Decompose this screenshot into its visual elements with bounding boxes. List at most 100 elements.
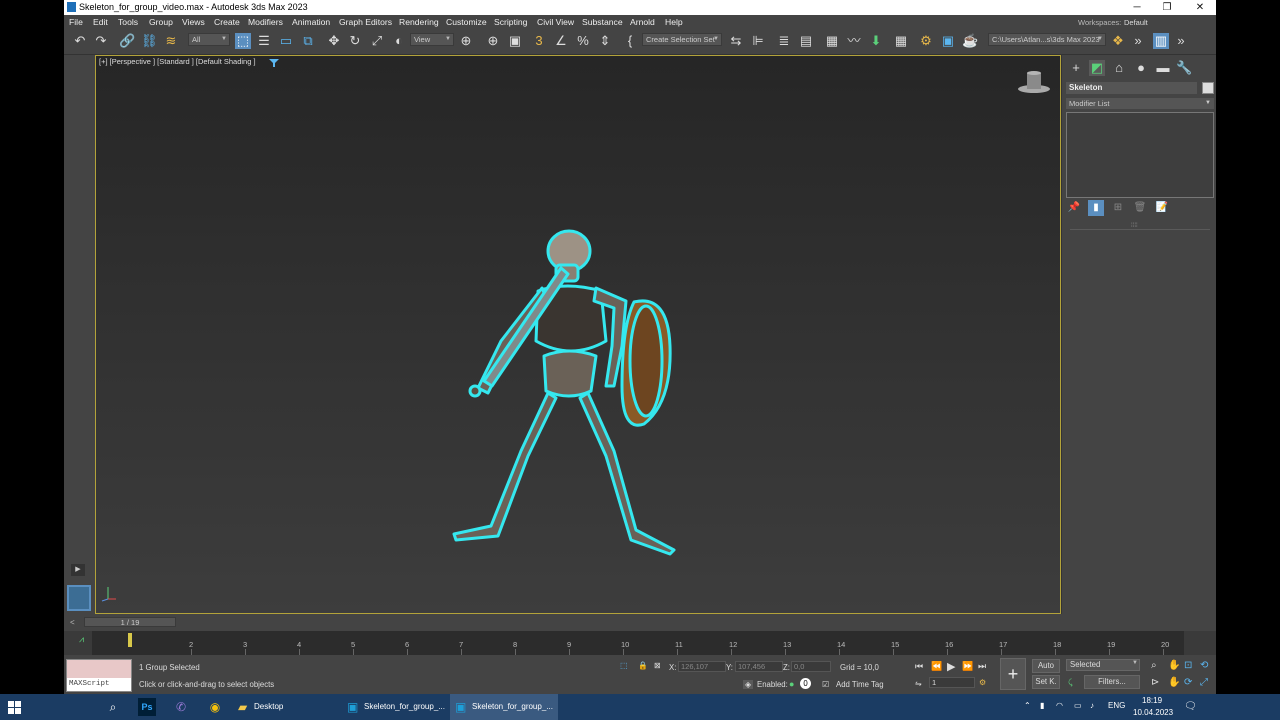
- render-setup-icon[interactable]: ⚙: [918, 33, 934, 49]
- maximize-button[interactable]: ❐: [1152, 0, 1182, 15]
- x-coordinate-field[interactable]: 126,107: [678, 661, 726, 672]
- named-selection-set-dropdown[interactable]: Create Selection Set ▼: [642, 33, 722, 46]
- taskbar-desktop[interactable]: ▰ Desktop: [232, 694, 340, 720]
- orbit-subobject-icon[interactable]: ⟳: [1184, 677, 1192, 688]
- toggle-ribbon-icon[interactable]: ▦: [824, 33, 840, 49]
- modifier-stack[interactable]: [1066, 112, 1214, 198]
- toggle-layer-explorer-icon[interactable]: ≣: [776, 33, 792, 49]
- time-slider[interactable]: 1 / 19: [84, 617, 176, 627]
- chrome-icon[interactable]: ◉: [206, 698, 224, 716]
- rectangular-region-icon[interactable]: ▭: [278, 33, 294, 49]
- menu-help[interactable]: Help: [665, 17, 683, 27]
- keyboard-shortcut-icon[interactable]: ▣: [507, 33, 523, 49]
- make-unique-icon[interactable]: ⊞: [1110, 200, 1126, 216]
- perspective-viewport[interactable]: [+] [Perspective ] [Standard ] [Default …: [95, 55, 1061, 614]
- remove-modifier-icon[interactable]: 🗑: [1132, 200, 1148, 216]
- display-tab-icon[interactable]: ▬: [1155, 60, 1171, 76]
- menu-views[interactable]: Views: [182, 17, 205, 27]
- taskbar-3dsmax-2[interactable]: ▣ Skeleton_for_group_...: [450, 694, 558, 720]
- project-folder-icon[interactable]: ❖: [1110, 33, 1126, 49]
- redo-icon[interactable]: ↷: [93, 33, 109, 49]
- bind-space-warp-icon[interactable]: ≋: [163, 33, 179, 49]
- time-configuration-icon[interactable]: ⚙: [979, 678, 986, 687]
- motion-tab-icon[interactable]: ●: [1133, 60, 1149, 76]
- more-tools-icon[interactable]: »: [1130, 33, 1146, 49]
- selection-lock-icon[interactable]: 🔒: [638, 661, 648, 670]
- z-coordinate-field[interactable]: 0,0: [791, 661, 831, 672]
- link-icon[interactable]: 🔗: [119, 33, 135, 49]
- modifier-list-dropdown[interactable]: Modifier List ▼: [1066, 98, 1214, 109]
- object-name-field[interactable]: Skeleton: [1066, 82, 1197, 94]
- viewport-layout-icon[interactable]: ▥: [1153, 33, 1169, 49]
- material-editor-icon[interactable]: ▦: [893, 33, 909, 49]
- skeleton-model[interactable]: [96, 56, 1061, 614]
- time-tag-toggle-icon[interactable]: 0: [800, 678, 811, 689]
- time-prev-button[interactable]: <: [70, 618, 75, 627]
- network-icon[interactable]: ◠: [1056, 701, 1063, 710]
- place-icon[interactable]: ◐: [391, 33, 407, 49]
- render-production-icon[interactable]: ☕: [962, 33, 978, 49]
- menu-file[interactable]: File: [69, 17, 83, 27]
- usb-icon[interactable]: ▮: [1040, 701, 1044, 710]
- clock-time[interactable]: 18:19: [1142, 696, 1162, 705]
- zoom-extents-icon[interactable]: ⊡: [1184, 660, 1192, 671]
- spinner-snap-icon[interactable]: ⇕: [597, 33, 613, 49]
- go-to-start-icon[interactable]: ⏮: [915, 661, 923, 672]
- object-color-swatch[interactable]: [1202, 82, 1214, 94]
- previous-frame-icon[interactable]: ⏪: [931, 661, 942, 672]
- project-path-dropdown[interactable]: C:\Users\Atlan...s\3ds Max 2023 ▼: [988, 33, 1106, 46]
- minimize-button[interactable]: ─: [1122, 0, 1152, 15]
- move-icon[interactable]: ✥: [326, 33, 342, 49]
- show-hidden-icons[interactable]: ⌃: [1024, 701, 1031, 710]
- workspace-dropdown[interactable]: Default: [1124, 18, 1148, 27]
- divider-grip[interactable]: ⁞⁞⁞⁞: [1131, 223, 1138, 229]
- zoom-icon[interactable]: ⌕: [1151, 660, 1157, 671]
- orbit-icon[interactable]: ⟲: [1200, 660, 1208, 671]
- configure-modifier-sets-icon[interactable]: 📝: [1154, 200, 1170, 216]
- volume-icon[interactable]: ♪: [1090, 701, 1094, 710]
- selection-filter-dropdown[interactable]: All ▼: [188, 33, 230, 46]
- field-of-view-icon[interactable]: ⊳: [1151, 677, 1159, 688]
- isolate-selection-icon[interactable]: ⬚: [620, 661, 627, 670]
- menu-arnold[interactable]: Arnold: [630, 17, 655, 27]
- angle-snap-icon[interactable]: ∠: [553, 33, 569, 49]
- utilities-tab-icon[interactable]: 🔧: [1176, 60, 1192, 76]
- timeline-ruler[interactable]: 2 3 4 5 6 7 8 9 10 11 12 13 14 15 16 17 18 19 20: [92, 631, 1184, 655]
- add-time-tag-button[interactable]: Add Time Tag: [836, 680, 884, 689]
- search-icon[interactable]: ⌕: [104, 698, 122, 716]
- menu-animation[interactable]: Animation: [292, 17, 330, 27]
- rotate-icon[interactable]: ↻: [347, 33, 363, 49]
- menu-rendering[interactable]: Rendering: [399, 17, 439, 27]
- windows-start-icon[interactable]: [8, 701, 21, 714]
- key-filters-button[interactable]: Filters...: [1084, 675, 1140, 689]
- scale-icon[interactable]: ⤢: [369, 33, 385, 49]
- undo-icon[interactable]: ↶: [72, 33, 88, 49]
- create-tab-icon[interactable]: +: [1068, 60, 1084, 76]
- use-pivot-icon[interactable]: ⊕: [458, 33, 474, 49]
- viewport-thumbnail[interactable]: [67, 585, 91, 611]
- absolute-mode-icon[interactable]: ⊠: [654, 661, 661, 670]
- adaptive-degradation-icon[interactable]: ◈: [743, 680, 753, 689]
- clock-date[interactable]: 10.04.2023: [1133, 708, 1173, 717]
- rendered-frame-window-icon[interactable]: ▣: [940, 33, 956, 49]
- menu-substance[interactable]: Substance: [582, 17, 623, 27]
- current-frame-field[interactable]: 1: [929, 677, 975, 688]
- photoshop-icon[interactable]: Ps: [138, 698, 156, 716]
- enabled-indicator-icon[interactable]: ●: [789, 679, 794, 689]
- menu-graph-editors[interactable]: Graph Editors: [339, 17, 392, 27]
- select-object-icon[interactable]: ⬚: [235, 33, 251, 49]
- taskbar-3dsmax-1[interactable]: ▣ Skeleton_for_group_...: [342, 694, 448, 720]
- key-filter-dropdown[interactable]: Selected: [1066, 659, 1140, 671]
- menu-tools[interactable]: Tools: [118, 17, 138, 27]
- pin-stack-icon[interactable]: 📌: [1066, 200, 1082, 216]
- hierarchy-tab-icon[interactable]: ⌂: [1111, 60, 1127, 76]
- notification-icon[interactable]: 🗨: [1184, 701, 1197, 712]
- mirror-icon[interactable]: ⇆: [728, 33, 744, 49]
- expand-viewport-button[interactable]: ▶: [71, 564, 85, 576]
- menu-civil-view[interactable]: Civil View: [537, 17, 574, 27]
- y-coordinate-field[interactable]: 107,456: [735, 661, 783, 672]
- next-frame-icon[interactable]: ⏩: [962, 661, 973, 672]
- menu-create[interactable]: Create: [214, 17, 240, 27]
- key-tangent-icon[interactable]: ⤹: [1068, 678, 1073, 688]
- window-crossing-icon[interactable]: ⧉: [300, 33, 316, 49]
